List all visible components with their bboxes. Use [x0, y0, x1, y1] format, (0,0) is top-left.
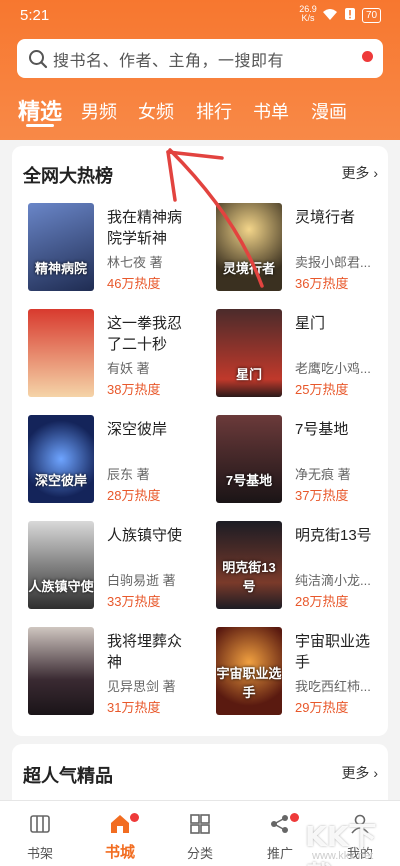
book-item[interactable]: 人族镇守使 人族镇守使 白驹易逝 著 33万热度 [28, 521, 208, 611]
book-cover: 星门 [216, 309, 282, 397]
status-bar: 5:21 26.9 K/s 70 [0, 0, 400, 32]
more-link[interactable]: 更多 › [341, 763, 378, 783]
book-cover [28, 309, 94, 397]
chevron-right-icon: › [369, 165, 378, 181]
book-item[interactable]: 明克街13号 明克街13号 纯洁滴小龙... 28万热度 [216, 521, 396, 611]
tab-paihang[interactable]: 排行 [196, 98, 232, 124]
nav-category[interactable]: 分类 [160, 801, 240, 866]
nav-bookstore[interactable]: 书城 [80, 801, 160, 866]
chevron-right-icon: › [369, 765, 378, 781]
book-title: 灵境行者 [295, 209, 356, 226]
book-heat: 28万热度 [107, 488, 161, 503]
book-cover [28, 627, 94, 715]
book-item[interactable]: 灵境行者 灵境行者 卖报小郎君... 36万热度 [216, 203, 396, 293]
book-author: 见异思剑 著 [107, 679, 176, 694]
book-cover: 灵境行者 [216, 203, 282, 291]
book-cover: 深空彼岸 [28, 415, 94, 503]
book-title: 我将埋葬众神 [107, 633, 183, 671]
book-item[interactable]: 我将埋葬众神 见异思剑 著 31万热度 [28, 627, 208, 717]
active-tab-indicator [26, 124, 54, 127]
book-item[interactable]: 精神病院 我在精神病院学斩神 林七夜 著 46万热度 [28, 203, 208, 293]
watermark-url: www.kkx.net [312, 850, 374, 862]
book-item[interactable]: 7号基地 7号基地 净无痕 著 37万热度 [216, 415, 396, 505]
bookshelf-icon [30, 815, 50, 833]
tab-jingxuan[interactable]: 精选 [18, 94, 62, 126]
popular-picks-card: 超人气精品 更多 › [12, 744, 388, 800]
book-author: 老鹰吃小鸡... [295, 361, 371, 376]
notification-dot [130, 813, 139, 822]
tab-nvpin[interactable]: 女频 [138, 98, 174, 124]
book-cover: 7号基地 [216, 415, 282, 503]
book-author: 我吃西红柿... [295, 679, 371, 694]
more-link[interactable]: 更多 › [341, 163, 378, 183]
search-icon [29, 49, 48, 68]
grid-icon [190, 814, 210, 834]
book-heat: 36万热度 [295, 276, 349, 291]
book-cover: 宇宙职业选手 [216, 627, 282, 715]
book-author: 林七夜 著 [107, 255, 163, 270]
book-item[interactable]: 深空彼岸 深空彼岸 辰东 著 28万热度 [28, 415, 208, 505]
alert-icon [344, 7, 356, 24]
notification-dot [290, 813, 299, 822]
status-time: 5:21 [20, 7, 50, 24]
book-heat: 28万热度 [295, 594, 349, 609]
book-cover: 人族镇守使 [28, 521, 94, 609]
book-heat: 33万热度 [107, 594, 161, 609]
hot-list-card: 全网大热榜 更多 › 精神病院 我在精神病院学斩神 林七夜 著 46万热度 灵境… [12, 146, 388, 736]
book-author: 有妖 著 [107, 361, 150, 376]
share-icon [271, 815, 288, 833]
battery-icon: 70 [362, 8, 382, 23]
book-heat: 25万热度 [295, 382, 349, 397]
search-notification-dot [362, 51, 373, 62]
book-author: 白驹易逝 著 [107, 573, 176, 588]
book-cover: 明克街13号 [216, 521, 282, 609]
section-title: 超人气精品 [23, 766, 113, 786]
book-cover: 精神病院 [28, 203, 94, 291]
book-title: 星门 [295, 315, 326, 332]
search-placeholder: 搜书名、作者、主角，一搜即有 [53, 52, 285, 70]
book-heat: 31万热度 [107, 700, 161, 715]
book-title: 这一拳我忍了二十秒 [107, 315, 183, 353]
book-title: 我在精神病院学斩神 [107, 209, 183, 247]
book-item[interactable]: 这一拳我忍了二十秒 有妖 著 38万热度 [28, 309, 208, 399]
book-title: 深空彼岸 [107, 421, 168, 438]
network-speed: 26.9 K/s [299, 4, 317, 23]
book-author: 净无痕 著 [295, 467, 351, 482]
book-item[interactable]: 星门 星门 老鹰吃小鸡... 25万热度 [216, 309, 396, 399]
tab-manhua[interactable]: 漫画 [311, 98, 347, 124]
book-author: 纯洁滴小龙... [295, 573, 371, 588]
book-title: 人族镇守使 [107, 527, 183, 544]
book-author: 辰东 著 [107, 467, 150, 482]
book-title: 7号基地 [295, 421, 349, 438]
tab-nanpin[interactable]: 男频 [81, 98, 117, 124]
nav-bookshelf[interactable]: 书架 [0, 801, 80, 866]
book-author: 卖报小郎君... [295, 255, 371, 270]
book-heat: 46万热度 [107, 276, 161, 291]
tab-shudan[interactable]: 书单 [253, 98, 289, 124]
book-item[interactable]: 宇宙职业选手 宇宙职业选手 我吃西红柿... 29万热度 [216, 627, 396, 717]
book-heat: 37万热度 [295, 488, 349, 503]
search-bar[interactable]: 搜书名、作者、主角，一搜即有 [17, 39, 383, 78]
wifi-icon [322, 8, 338, 24]
book-title: 宇宙职业选手 [295, 633, 371, 671]
book-title: 明克街13号 [295, 527, 372, 544]
book-heat: 38万热度 [107, 382, 161, 397]
book-heat: 29万热度 [295, 700, 349, 715]
category-tabs: 精选 男频 女频 排行 书单 漫画 [0, 92, 400, 132]
home-icon [111, 815, 129, 833]
section-title: 全网大热榜 [23, 166, 113, 186]
